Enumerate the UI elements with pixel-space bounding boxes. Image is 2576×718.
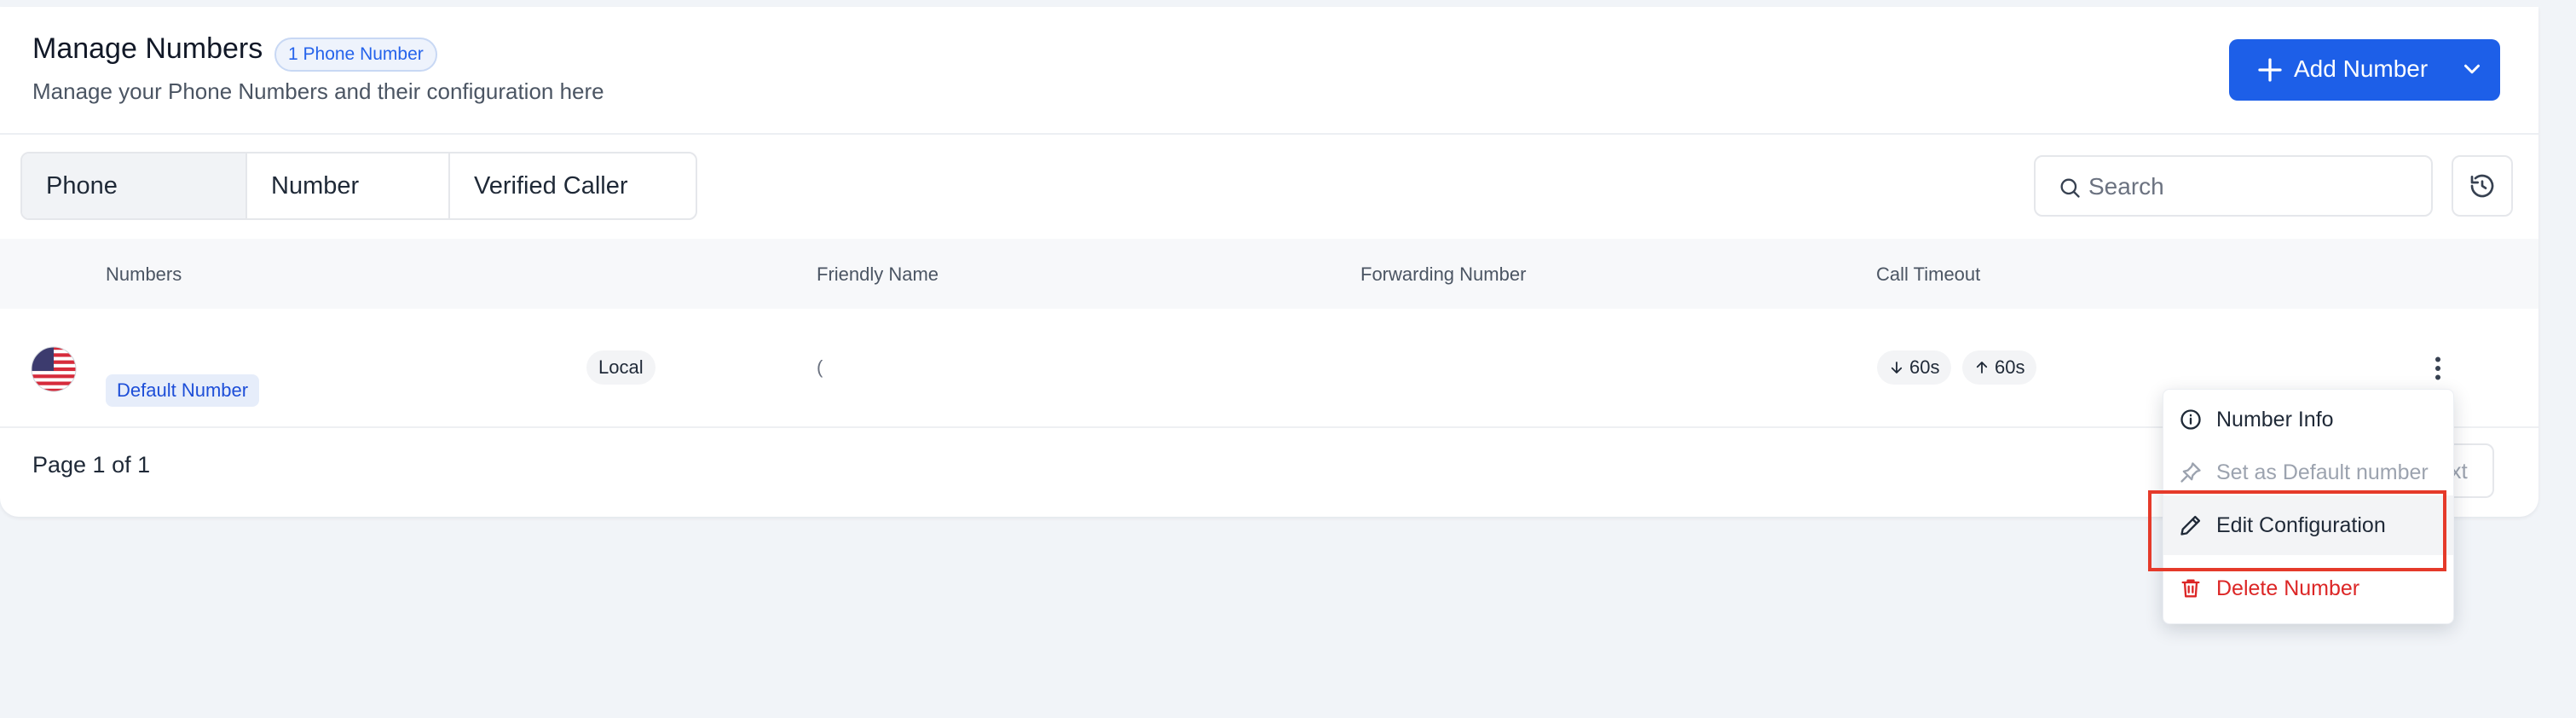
column-forwarding-number: Forwarding Number [1360, 263, 1527, 285]
info-icon [2180, 409, 2201, 430]
number-tabs: Phone Numbers Number Pools Verified Call… [20, 152, 697, 220]
table-header: Numbers Friendly Name Forwarding Number … [0, 239, 2538, 309]
phone-count-badge: 1 Phone Number [274, 38, 437, 72]
tab-verified-caller-ids[interactable]: Verified Caller IDs [450, 153, 696, 218]
friendly-name-cell: ( [817, 356, 823, 378]
arrow-down-icon [1891, 362, 1903, 373]
pagination-text: Page 1 of 1 [32, 452, 151, 478]
trash-icon [2181, 579, 2200, 598]
number-type-badge: Local [586, 350, 656, 385]
refresh-icon [2470, 174, 2494, 198]
page-title: Manage Numbers [32, 32, 263, 65]
highlight-box [2148, 490, 2446, 571]
inbound-timeout-value: 60s [1909, 356, 1940, 378]
table-row[interactable]: Default Number Local ( 60s 60s [0, 309, 2538, 428]
add-number-button[interactable]: Add Number [2229, 39, 2500, 101]
column-friendly-name: Friendly Name [817, 263, 939, 285]
arrow-up-icon [1976, 362, 1988, 373]
inbound-timeout-badge: 60s [1877, 350, 1952, 385]
menu-item-label: Delete Number [2216, 576, 2360, 600]
page-header: Manage Numbers 1 Phone Number Manage you… [0, 7, 2538, 135]
us-flag-icon [31, 346, 77, 392]
default-number-badge: Default Number [106, 374, 260, 407]
search-icon [2060, 178, 2080, 198]
tab-number-pools[interactable]: Number Pools [247, 153, 450, 218]
outbound-timeout-value: 60s [1995, 356, 2025, 378]
pin-icon [2180, 462, 2201, 483]
tab-phone-numbers[interactable]: Phone Numbers [22, 153, 247, 218]
menu-item-label: Set as Default number [2216, 460, 2429, 484]
column-numbers: Numbers [106, 263, 182, 285]
numbers-card: Manage Numbers 1 Phone Number Manage you… [0, 7, 2538, 517]
search-input[interactable] [2087, 167, 2414, 206]
chevron-down-icon[interactable] [2459, 56, 2485, 82]
page-subtitle: Manage your Phone Numbers and their conf… [32, 78, 604, 104]
refresh-button[interactable] [2452, 155, 2513, 217]
column-call-timeout: Call Timeout [1876, 263, 1981, 285]
search-box[interactable] [2034, 155, 2433, 217]
more-options-icon[interactable] [2423, 351, 2453, 385]
menu-item-number-info[interactable]: Number Info [2163, 395, 2453, 444]
add-number-label: Add Number [2294, 55, 2429, 82]
plus-icon [2258, 58, 2282, 82]
menu-item-label: Number Info [2216, 408, 2334, 431]
outbound-timeout-badge: 60s [1962, 350, 2037, 385]
